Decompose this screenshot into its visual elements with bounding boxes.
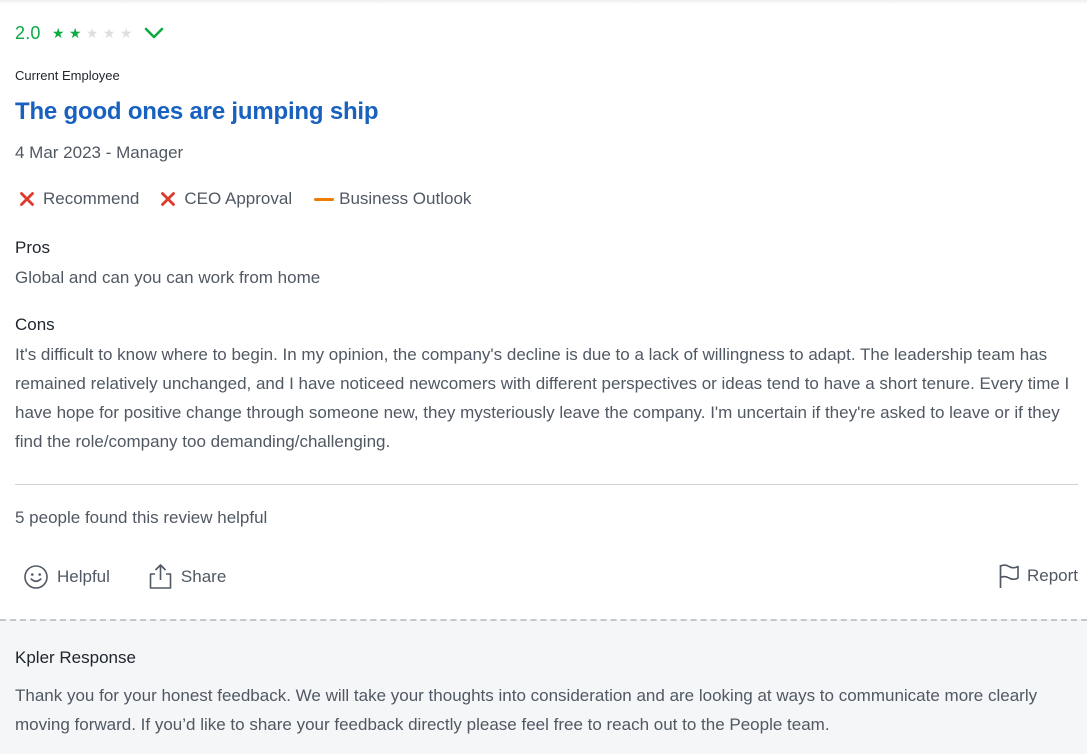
report-label: Report xyxy=(1026,566,1078,585)
share-button[interactable]: Share xyxy=(148,563,226,590)
helpful-label: Helpful xyxy=(57,566,110,586)
sub-ratings: Recommend CEO Approval Business Outlook xyxy=(20,189,493,209)
cons-text: It's difficult to know where to begin. I… xyxy=(15,345,1070,451)
star-icon: ★ xyxy=(119,25,133,41)
ceo-approval-rating: CEO Approval xyxy=(161,189,292,209)
star-icon: ★ xyxy=(85,25,99,41)
review-date-role: 4 Mar 2023 - Manager xyxy=(15,143,184,162)
ceo-approval-label: CEO Approval xyxy=(184,189,293,208)
star-icon: ★ xyxy=(51,25,65,41)
star-icon: ★ xyxy=(68,25,82,41)
recommend-rating: Recommend xyxy=(20,189,139,209)
recommend-label: Recommend xyxy=(43,189,140,208)
business-outlook-rating: Business Outlook xyxy=(314,189,471,209)
flag-icon xyxy=(999,564,1019,588)
employer-response: Kpler Response Thank you for your honest… xyxy=(0,619,1087,754)
cons-label: Cons xyxy=(15,315,55,334)
helpful-count: 5 people found this review helpful xyxy=(15,508,268,527)
divider xyxy=(15,484,1078,485)
star-rating: ★ ★ ★ ★ ★ xyxy=(50,26,135,40)
overall-rating: 2.0 xyxy=(15,22,41,43)
top-shadow xyxy=(0,0,1087,4)
share-label: Share xyxy=(180,566,227,586)
employee-status: Current Employee xyxy=(15,68,120,83)
rating-row[interactable]: 2.0 ★ ★ ★ ★ ★ xyxy=(15,21,164,45)
pros-text: Global and can you can work from home xyxy=(15,268,321,287)
x-mark-icon xyxy=(20,192,34,206)
star-icon: ★ xyxy=(102,25,116,41)
response-title: Kpler Response xyxy=(15,648,136,667)
helpful-button[interactable]: Helpful xyxy=(23,564,110,590)
review-title[interactable]: The good ones are jumping ship xyxy=(15,98,379,126)
report-button[interactable]: Report xyxy=(998,563,1078,589)
share-icon xyxy=(149,564,172,589)
business-outlook-label: Business Outlook xyxy=(339,189,472,208)
smiley-icon xyxy=(24,564,48,589)
review-actions: Helpful Share xyxy=(23,563,264,590)
response-text: Thank you for your honest feedback. We w… xyxy=(15,686,1038,734)
dash-icon xyxy=(314,197,335,201)
pros-label: Pros xyxy=(15,238,50,257)
chevron-down-icon[interactable] xyxy=(144,25,164,41)
x-mark-icon xyxy=(161,192,176,206)
